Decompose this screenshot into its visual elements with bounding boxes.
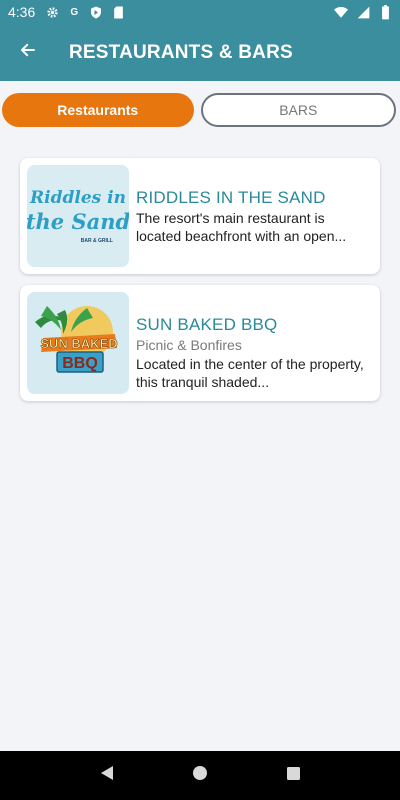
arrow-left-icon	[19, 41, 37, 64]
gear-icon	[45, 5, 59, 19]
riddles-logo-image: Riddles in the Sand BAR & GRILL	[27, 165, 129, 267]
riddles-logo-line2: the Sand	[27, 209, 129, 234]
list-item-sun-baked-bbq[interactable]: SUN BAKED BBQ SUN BAKED BBQ Picnic & Bon…	[20, 285, 380, 401]
item-description: Located in the center of the property, t…	[136, 356, 364, 390]
back-triangle-icon	[99, 765, 115, 786]
recents-square-icon	[286, 766, 301, 786]
restaurant-list: Riddles in the Sand BAR & GRILL RIDDLES …	[20, 158, 380, 412]
ga-icon: G	[70, 6, 79, 18]
page-title: RESTAURANTS & BARS	[69, 41, 293, 63]
riddles-logo-tag: BAR & GRILL	[81, 238, 113, 244]
wifi-icon	[334, 5, 348, 19]
list-item-riddles-in-the-sand[interactable]: Riddles in the Sand BAR & GRILL RIDDLES …	[20, 158, 380, 274]
nav-recents-button[interactable]	[278, 761, 308, 791]
tab-bars[interactable]: BARS	[200, 93, 396, 127]
tab-restaurants[interactable]: Restaurants	[2, 93, 194, 127]
app-bar: RESTAURANTS & BARS	[0, 24, 400, 81]
item-title: SUN BAKED BBQ	[136, 315, 278, 334]
nav-back-button[interactable]	[92, 761, 122, 791]
sbq-logo-line2: BBQ	[62, 355, 98, 372]
signal-icon	[356, 5, 370, 19]
shield-icon	[89, 5, 103, 19]
item-description: The resort's main restaurant is located …	[136, 210, 347, 244]
item-title: RIDDLES IN THE SAND	[136, 188, 326, 207]
sd-card-icon	[111, 5, 125, 19]
status-time: 4:36	[8, 4, 36, 20]
nav-home-button[interactable]	[185, 761, 215, 791]
item-subtitle: Picnic & Bonfires	[136, 337, 242, 353]
sbq-logo-line1: SUN BAKED	[40, 336, 117, 351]
battery-icon	[378, 4, 392, 19]
status-bar: 4:36 G	[0, 0, 400, 24]
home-circle-icon	[192, 765, 208, 786]
sun-baked-bbq-logo-image: SUN BAKED BBQ	[27, 292, 129, 394]
back-button[interactable]	[0, 24, 56, 81]
tab-bar: Restaurants BARS	[2, 93, 396, 127]
system-nav-bar	[0, 751, 400, 800]
riddles-logo-line1: Riddles in	[29, 188, 126, 208]
